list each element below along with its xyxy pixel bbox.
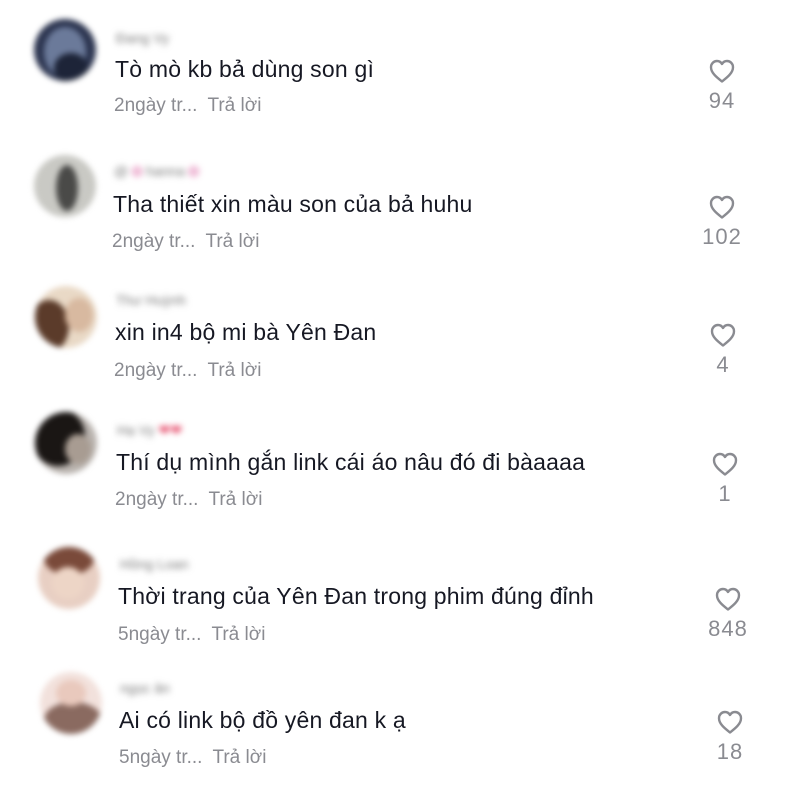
like-button[interactable]: 94 bbox=[687, 58, 757, 114]
comment-meta: 2ngày tr... Trả lời bbox=[114, 360, 261, 382]
avatar[interactable] bbox=[34, 155, 96, 217]
comment-meta: 5ngày tr... Trả lời bbox=[119, 747, 266, 769]
comment-username[interactable]: Hạ Vy ❤❤ bbox=[117, 421, 182, 439]
avatar[interactable] bbox=[40, 672, 102, 734]
comment-username[interactable]: @ ✿ hanna ✿ bbox=[114, 162, 203, 180]
avatar[interactable] bbox=[38, 547, 100, 609]
comment-meta: 2ngày tr... Trả lời bbox=[114, 95, 261, 117]
comment-time: 2ngày tr... bbox=[114, 95, 198, 116]
comment-item: Đang Vy Tò mò kb bả dùng son gì 2ngày tr… bbox=[0, 0, 788, 130]
avatar[interactable] bbox=[35, 412, 97, 474]
flower-emoji: ✿ bbox=[131, 163, 143, 179]
comment-meta: 5ngày tr... Trả lời bbox=[118, 624, 265, 646]
heart-outline-icon bbox=[712, 452, 738, 476]
reply-button[interactable]: Trả lời bbox=[211, 624, 265, 645]
like-count: 18 bbox=[716, 739, 744, 764]
comment-item: @ ✿ hanna ✿ Tha thiết xin màu son của bả hu… bbox=[0, 136, 788, 266]
comment-text: Ai có link bộ đồ yên đan k ạ bbox=[119, 707, 406, 733]
comment-item: Hạ Vy ❤❤ Thí dụ mình gắn link cái áo nâu … bbox=[0, 395, 788, 525]
comment-username[interactable]: ngọc ân bbox=[120, 679, 170, 697]
comment-item: Thư Huỳnh xin in4 bộ mi bà Yên Đan 2ngày… bbox=[0, 266, 788, 396]
like-count: 4 bbox=[716, 352, 730, 377]
reply-button[interactable]: Trả lời bbox=[212, 747, 266, 768]
comment-text: Thời trang của Yên Đan trong phim đúng đ… bbox=[118, 583, 594, 609]
comment-item: Hồng Loan Thời trang của Yên Đan trong p… bbox=[0, 530, 788, 660]
comment-username[interactable]: Hồng Loan bbox=[120, 555, 189, 573]
like-count: 94 bbox=[708, 88, 736, 113]
reply-button[interactable]: Trả lời bbox=[208, 489, 262, 510]
heart-outline-icon bbox=[715, 587, 741, 611]
like-button[interactable]: 102 bbox=[687, 194, 757, 250]
like-button[interactable]: 4 bbox=[688, 322, 758, 378]
heart-outline-icon bbox=[709, 59, 735, 83]
flower-emoji: ✿ bbox=[187, 163, 200, 179]
comment-text: Tò mò kb bả dùng son gì bbox=[115, 56, 375, 82]
heart-outline-icon bbox=[717, 710, 743, 734]
heart-outline-icon bbox=[710, 323, 736, 347]
username-text: hanna bbox=[145, 163, 185, 179]
comment-time: 5ngày tr... bbox=[119, 747, 203, 768]
avatar[interactable] bbox=[34, 19, 96, 81]
comment-time: 5ngày tr... bbox=[118, 624, 202, 645]
like-button[interactable]: 1 bbox=[690, 451, 760, 507]
comment-meta: 2ngày tr... Trả lời bbox=[112, 231, 259, 253]
like-button[interactable]: 18 bbox=[695, 709, 765, 765]
comment-text: xin in4 bộ mi bà Yên Đan bbox=[115, 319, 377, 345]
avatar[interactable] bbox=[35, 286, 97, 348]
comment-username[interactable]: Thư Huỳnh bbox=[116, 291, 186, 309]
comment-time: 2ngày tr... bbox=[114, 360, 198, 381]
reply-button[interactable]: Trả lời bbox=[207, 360, 261, 381]
comment-text: Thí dụ mình gắn link cái áo nâu đó đi bà… bbox=[116, 449, 586, 475]
username-text: Hạ Vy bbox=[117, 422, 155, 438]
heart-emoji: ❤❤ bbox=[158, 422, 183, 438]
reply-button[interactable]: Trả lời bbox=[205, 231, 259, 252]
comment-time: 2ngày tr... bbox=[115, 489, 199, 510]
heart-outline-icon bbox=[709, 195, 735, 219]
comment-username[interactable]: Đang Vy bbox=[116, 29, 169, 47]
reply-button[interactable]: Trả lời bbox=[207, 95, 261, 116]
like-count: 848 bbox=[708, 616, 748, 641]
username-prefix: @ bbox=[114, 163, 129, 179]
like-count: 102 bbox=[702, 224, 742, 249]
like-count: 1 bbox=[718, 481, 732, 506]
comment-time: 2ngày tr... bbox=[112, 231, 196, 252]
comment-text: Tha thiết xin màu son của bả huhu bbox=[113, 191, 473, 217]
comment-meta: 2ngày tr... Trả lời bbox=[115, 489, 262, 511]
like-button[interactable]: 848 bbox=[693, 586, 763, 642]
comment-item: ngọc ân Ai có link bộ đồ yên đan k ạ 5ng… bbox=[0, 660, 788, 790]
